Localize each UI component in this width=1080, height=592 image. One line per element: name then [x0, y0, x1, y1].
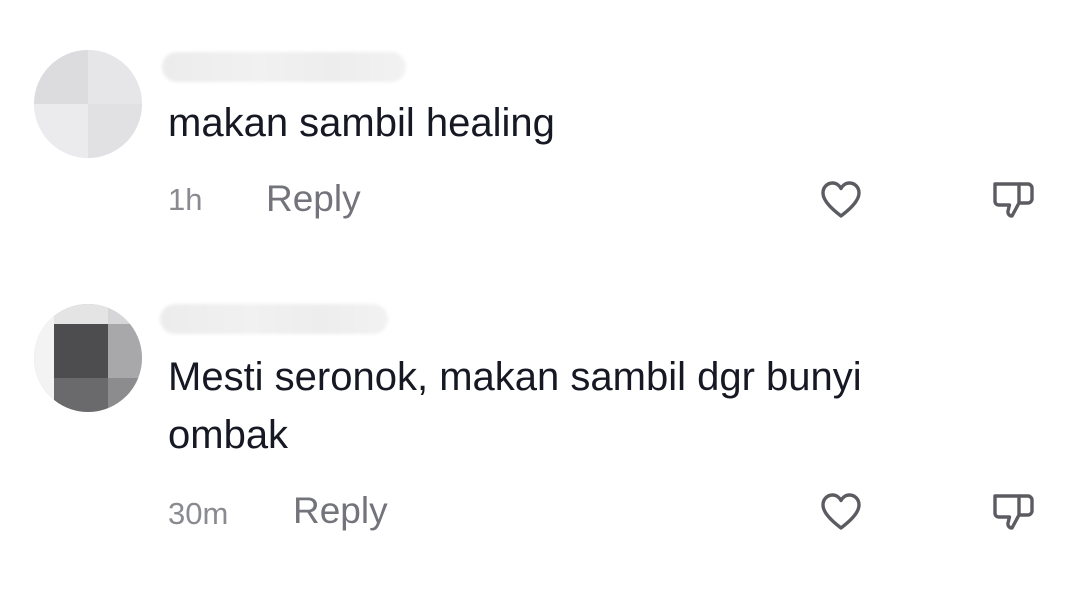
comment-timestamp: 30m	[168, 496, 229, 531]
thumbs-down-icon[interactable]	[990, 176, 1038, 224]
comment-timestamp: 1h	[168, 182, 203, 217]
thumbs-down-icon[interactable]	[990, 488, 1038, 536]
reply-button[interactable]: Reply	[266, 178, 361, 220]
username-redacted[interactable]	[162, 52, 406, 82]
comment-item: Mesti seronok, makan sambil dgr bunyi om…	[0, 260, 1080, 592]
reply-button[interactable]: Reply	[293, 490, 388, 532]
comment-item: makan sambil healing 1h Reply	[0, 0, 1080, 260]
avatar[interactable]	[34, 50, 142, 158]
avatar[interactable]	[34, 304, 142, 412]
comment-text: makan sambil healing	[168, 101, 555, 145]
username-redacted[interactable]	[160, 304, 388, 334]
comment-text: Mesti seronok, makan sambil dgr bunyi om…	[168, 355, 862, 457]
heart-icon[interactable]	[817, 488, 865, 536]
heart-icon[interactable]	[817, 176, 865, 224]
